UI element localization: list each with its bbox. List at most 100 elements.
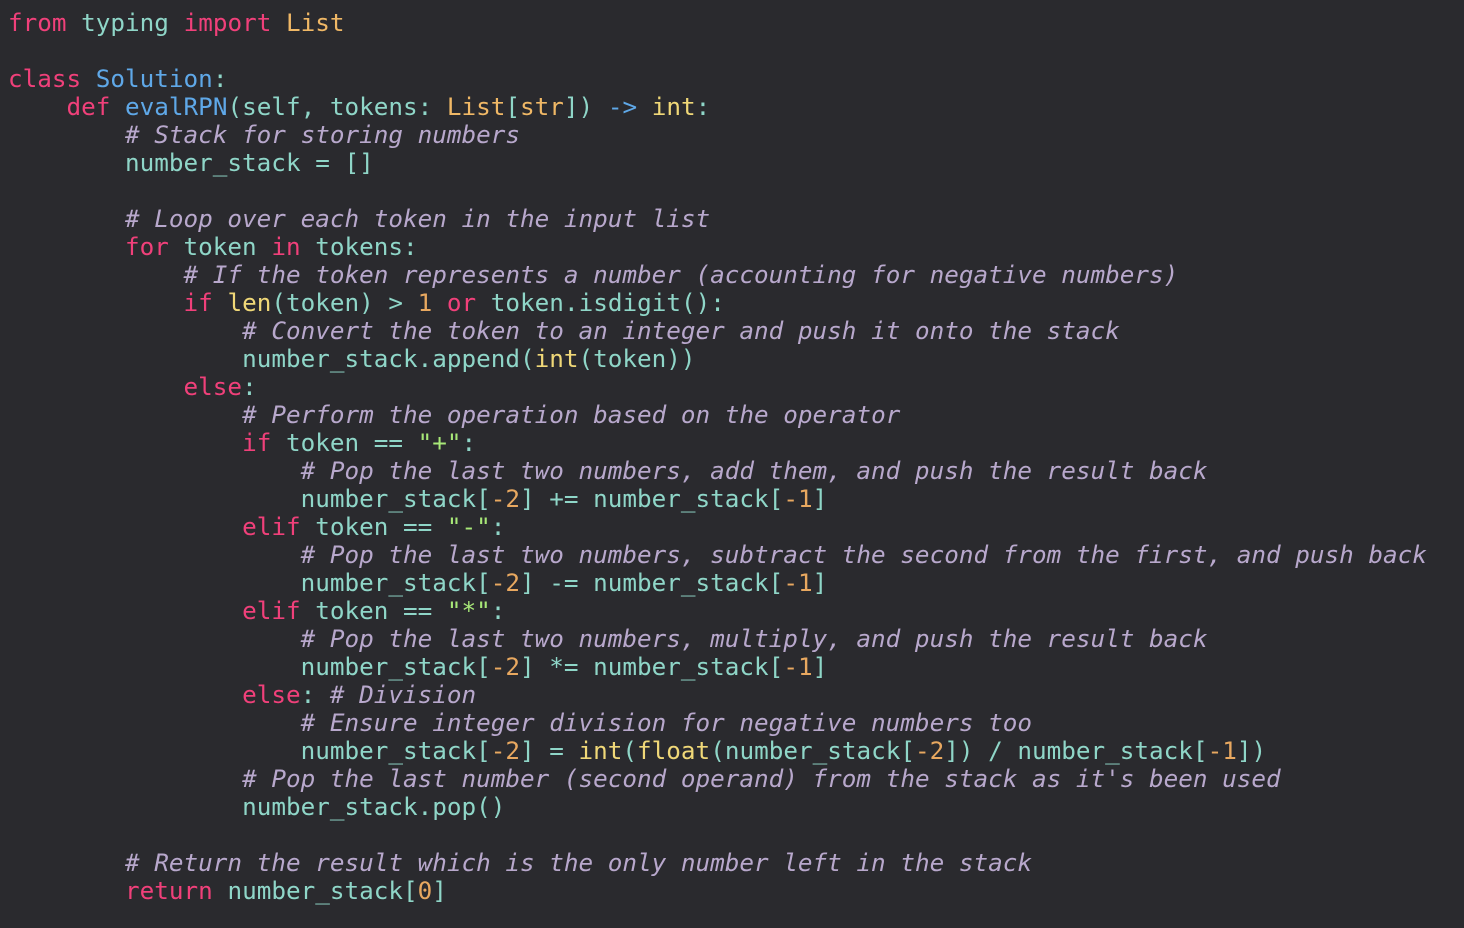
identifier-token: number_stack[: [300, 736, 491, 765]
operator-token: ->: [607, 92, 638, 121]
builtin-token: int: [651, 92, 696, 121]
builtin-token: int: [578, 736, 623, 765]
code-line[interactable]: def evalRPN(self, tokens: List[str]) -> …: [8, 93, 1464, 121]
identifier-token: token: [168, 232, 272, 261]
code-comment: # Pop the last two numbers, multiply, an…: [300, 624, 1208, 653]
identifier-token: ] -= number_stack[: [520, 568, 784, 597]
identifier-token: ] =: [520, 736, 579, 765]
code-line[interactable]: # Pop the last two numbers, subtract the…: [8, 541, 1464, 569]
function-name-token: evalRPN: [125, 92, 228, 121]
type-token: str: [520, 92, 564, 121]
code-line[interactable]: if len(token) > 1 or token.isdigit():: [8, 289, 1464, 317]
identifier-token: (number_stack[: [710, 736, 915, 765]
identifier-token: typing: [81, 8, 169, 37]
code-line[interactable]: number_stack.pop(): [8, 793, 1464, 821]
number-literal: -2: [490, 484, 520, 513]
code-line[interactable]: if token == "+":: [8, 429, 1464, 457]
keyword-token: return: [125, 876, 213, 905]
keyword-token: import: [183, 8, 272, 37]
code-line[interactable]: number_stack.append(int(token)): [8, 345, 1464, 373]
code-line[interactable]: [8, 177, 1464, 205]
code-line[interactable]: # Ensure integer division for negative n…: [8, 709, 1464, 737]
keyword-token: class: [8, 64, 82, 93]
code-line[interactable]: # Pop the last two numbers, add them, an…: [8, 457, 1464, 485]
code-line[interactable]: from typing import List: [8, 9, 1464, 37]
identifier-token: ]): [563, 92, 608, 121]
code-line[interactable]: number_stack[-2] -= number_stack[-1]: [8, 569, 1464, 597]
code-line[interactable]: number_stack[-2] += number_stack[-1]: [8, 485, 1464, 513]
identifier-token: (: [622, 736, 638, 765]
code-comment: # Stack for storing numbers: [125, 120, 520, 149]
code-line[interactable]: class Solution:: [8, 65, 1464, 93]
code-editor[interactable]: from typing import List class Solution: d…: [0, 0, 1464, 928]
code-line[interactable]: elif token == "-":: [8, 513, 1464, 541]
code-line[interactable]: return number_stack[0]: [8, 877, 1464, 905]
identifier-token: :: [695, 92, 711, 121]
code-line[interactable]: else: # Division: [8, 681, 1464, 709]
code-line[interactable]: # Return the result which is the only nu…: [8, 849, 1464, 877]
number-literal: -2: [914, 736, 945, 765]
number-literal: -1: [783, 484, 813, 513]
keyword-token: else: [183, 372, 243, 401]
identifier-token: ]: [432, 876, 447, 905]
keyword-token: elif: [242, 596, 301, 625]
identifier-token: (token)): [578, 344, 696, 373]
number-literal: -1: [783, 652, 813, 681]
identifier-token: token.isdigit():: [476, 288, 725, 317]
code-line[interactable]: # Loop over each token in the input list: [8, 205, 1464, 233]
code-comment: # Pop the last number (second operand) f…: [242, 764, 1281, 793]
identifier-token: number_stack[: [212, 876, 418, 905]
code-line[interactable]: for token in tokens:: [8, 233, 1464, 261]
code-line[interactable]: number_stack = []: [8, 149, 1464, 177]
code-line[interactable]: # Convert the token to an integer and pu…: [8, 317, 1464, 345]
code-line[interactable]: # If the token represents a number (acco…: [8, 261, 1464, 289]
code-line[interactable]: number_stack[-2] = int(float(number_stac…: [8, 737, 1464, 765]
identifier-token: :: [461, 428, 477, 457]
code-line[interactable]: # Stack for storing numbers: [8, 121, 1464, 149]
identifier-token: tokens:: [300, 232, 418, 261]
code-line[interactable]: number_stack[-2] *= number_stack[-1]: [8, 653, 1464, 681]
keyword-token: else: [242, 680, 301, 709]
identifier-token: token ==: [300, 596, 447, 625]
code-line[interactable]: elif token == "*":: [8, 597, 1464, 625]
identifier-token: (self, tokens:: [227, 92, 447, 121]
number-literal: 0: [417, 876, 433, 905]
code-line[interactable]: # Pop the last two numbers, multiply, an…: [8, 625, 1464, 653]
type-token: List: [446, 92, 506, 121]
number-literal: -1: [783, 568, 813, 597]
code-line[interactable]: # Perform the operation based on the ope…: [8, 401, 1464, 429]
code-comment: # Return the result which is the only nu…: [125, 848, 1032, 877]
identifier-token: number_stack[: [300, 568, 491, 597]
code-line[interactable]: else:: [8, 373, 1464, 401]
identifier-token: :: [490, 596, 506, 625]
number-literal: -1: [1207, 736, 1237, 765]
identifier-token: ]: [812, 652, 828, 681]
identifier-token: token ==: [271, 428, 418, 457]
identifier-token: ]): [1236, 736, 1267, 765]
identifier-token: ] += number_stack[: [520, 484, 784, 513]
code-line[interactable]: [8, 821, 1464, 849]
code-line[interactable]: # Pop the last number (second operand) f…: [8, 765, 1464, 793]
code-line[interactable]: [8, 37, 1464, 65]
